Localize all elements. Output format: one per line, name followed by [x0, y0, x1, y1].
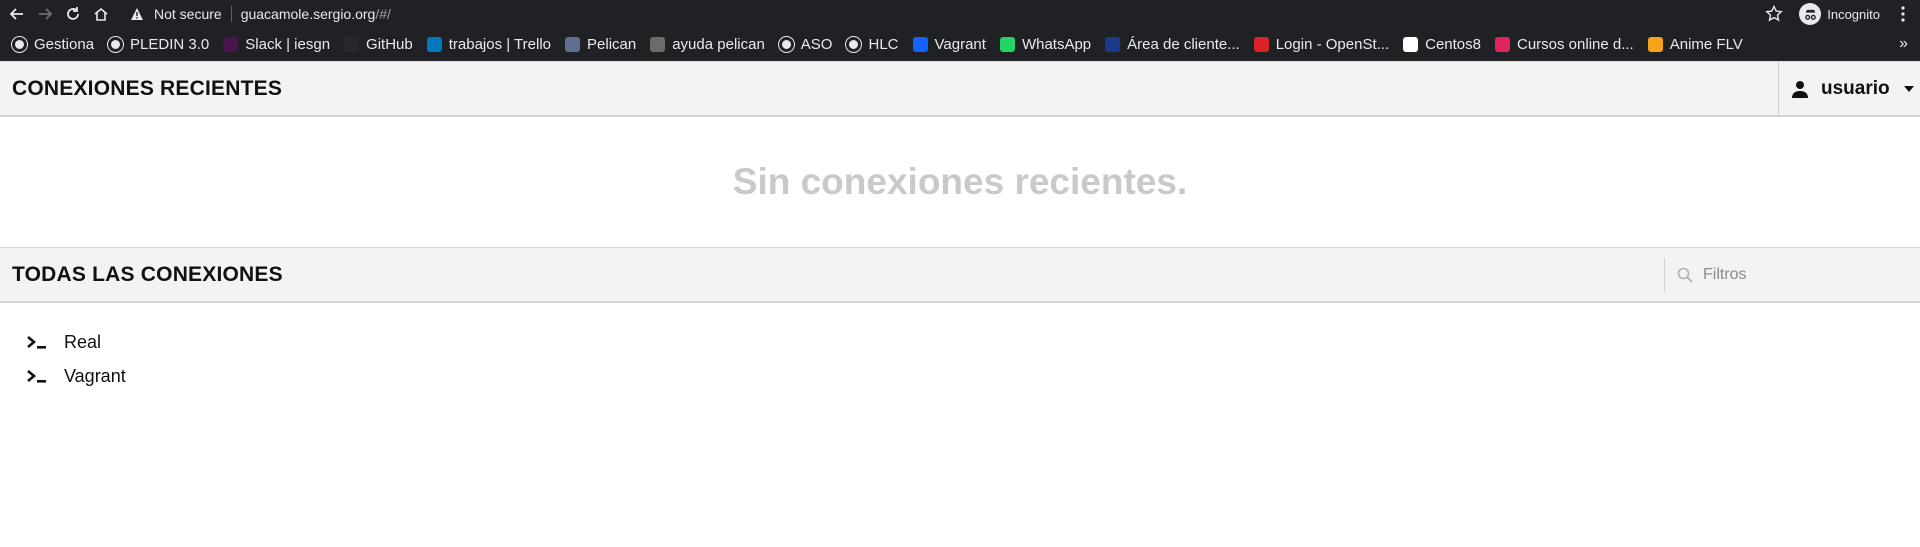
filter-input[interactable] [1703, 265, 1903, 284]
bookmark-item[interactable]: WhatsApp [999, 35, 1092, 53]
bookmark-item[interactable]: Vagrant [912, 35, 986, 53]
bookmark-label: Vagrant [934, 35, 986, 53]
reload-button[interactable] [62, 3, 84, 25]
bookmark-label: Pelican [587, 35, 637, 53]
username: usuario [1821, 77, 1890, 99]
bookmark-label: HLC [868, 35, 899, 53]
connection-name: Vagrant [64, 365, 126, 386]
search-icon [1677, 267, 1693, 283]
user-menu[interactable]: usuario [1778, 62, 1920, 115]
incognito-indicator[interactable]: Incognito [1799, 3, 1880, 25]
bookmark-label: trabajos | Trello [448, 35, 552, 53]
bookmark-label: WhatsApp [1021, 35, 1092, 53]
bookmark-item[interactable]: Slack | iesgn [223, 36, 330, 53]
bookmark-item[interactable]: GitHub [344, 36, 413, 53]
reload-icon [67, 7, 79, 20]
bookmark-label: Área de cliente... [1127, 35, 1240, 53]
bookmark-item[interactable]: Área de cliente... [1105, 36, 1240, 53]
globe-icon [846, 36, 862, 52]
chevron-down-icon [1903, 85, 1914, 92]
arrow-left-icon [9, 8, 23, 20]
browser-menu-button[interactable] [1894, 5, 1912, 23]
connection-item[interactable]: Real [26, 325, 1920, 359]
bookmark-item[interactable]: HLC [846, 35, 899, 53]
bookmark-label: PLEDIN 3.0 [130, 35, 210, 53]
bookmark-item[interactable]: ASO [778, 35, 833, 53]
back-button[interactable] [6, 3, 28, 25]
warning-icon [131, 8, 143, 20]
bookmark-item[interactable]: PLEDIN 3.0 [108, 36, 209, 53]
bookmark-star-icon[interactable] [1765, 5, 1784, 23]
bookmark-label: Anime FLV [1669, 35, 1743, 53]
cloud-icon [1105, 36, 1121, 52]
bookmark-item[interactable]: Login - OpenSt... [1253, 35, 1390, 53]
github-icon [344, 36, 360, 52]
connection-name: Real [64, 331, 102, 352]
bookmark-label: Slack | iesgn [245, 35, 331, 53]
recent-connections-title: CONEXIONES RECIENTES [12, 76, 283, 100]
empty-message: Sin conexiones recientes. [732, 161, 1188, 202]
security-label: Not secure [154, 6, 222, 22]
terminal-icon [27, 370, 46, 383]
cursos-icon [1495, 36, 1510, 52]
connection-item[interactable]: Vagrant [26, 359, 1920, 393]
centos-icon [1403, 36, 1419, 52]
arrow-right-icon [39, 8, 53, 20]
bookmark-label: Centos8 [1425, 35, 1481, 53]
pelican-icon [650, 36, 666, 52]
trello-icon [426, 36, 442, 52]
whatsapp-icon [999, 36, 1015, 52]
bookmark-label: GitHub [366, 35, 413, 53]
filter-box [1664, 258, 1920, 291]
all-connections-header: TODAS LAS CONEXIONES [0, 247, 1920, 303]
incognito-icon [1799, 3, 1822, 25]
bookmarks-bar: Gestiona PLEDIN 3.0 Slack | iesgn GitHub tra… [0, 28, 1920, 61]
terminal-icon [27, 336, 46, 349]
incognito-label: Incognito [1827, 6, 1880, 22]
connection-list: Real Vagrant [0, 303, 1920, 393]
bookmark-item[interactable]: Centos8 [1403, 36, 1481, 53]
bookmark-item[interactable]: Gestiona [12, 36, 94, 53]
home-button[interactable] [90, 3, 112, 25]
more-vert-icon [1901, 6, 1905, 22]
recent-connections-header: CONEXIONES RECIENTES usuario [0, 61, 1920, 117]
bookmark-label: ayuda pelican [672, 35, 765, 53]
pelican-icon [565, 36, 581, 52]
bookmark-label: Gestiona [34, 35, 95, 53]
globe-icon [12, 36, 27, 52]
url-path: /#/ [375, 6, 391, 22]
openstack-icon [1253, 36, 1269, 52]
bookmark-item[interactable]: ayuda pelican [650, 36, 765, 53]
slack-icon [223, 36, 239, 52]
url-host: guacamole.sergio.org [240, 6, 376, 22]
bookmark-item[interactable]: Cursos online d... [1495, 36, 1634, 53]
globe-icon [778, 36, 794, 52]
all-connections-title: TODAS LAS CONEXIONES [12, 262, 283, 286]
bookmark-label: Cursos online d... [1517, 35, 1634, 53]
bookmark-item[interactable]: trabajos | Trello [426, 35, 552, 53]
forward-button[interactable] [34, 3, 56, 25]
recent-connections-empty: Sin conexiones recientes. [0, 117, 1920, 247]
home-icon [94, 7, 108, 21]
bookmark-item[interactable]: Pelican [565, 36, 636, 53]
address-bar[interactable]: Not secure guacamole.sergio.org/#/ [130, 6, 391, 22]
url-separator [230, 6, 232, 22]
vagrant-icon [912, 36, 928, 52]
globe-icon [108, 36, 124, 52]
user-icon [1792, 80, 1808, 98]
bookmark-label: ASO [800, 35, 833, 53]
bookmark-label: Login - OpenSt... [1275, 35, 1390, 53]
bookmark-item[interactable]: Anime FLV [1647, 35, 1743, 53]
animeflv-icon [1647, 36, 1663, 52]
bookmarks-overflow-button[interactable]: » [1899, 35, 1908, 53]
browser-toolbar: Not secure guacamole.sergio.org/#/ Incog… [0, 0, 1920, 28]
